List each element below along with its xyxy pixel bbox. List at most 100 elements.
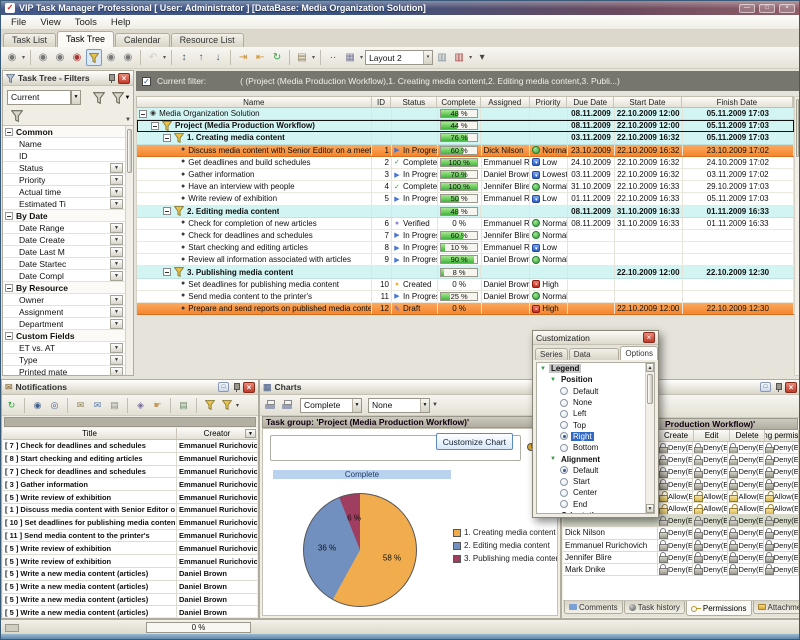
option-start[interactable]: Start — [537, 476, 654, 487]
refresh-icon[interactable]: ↻ — [269, 49, 285, 66]
assignments-dropdown-icon[interactable]: ▾ — [312, 54, 315, 61]
dropdown-icon[interactable]: ▼ — [110, 319, 123, 329]
permissions-restore-icon[interactable]: □ — [760, 382, 771, 392]
reports-dropdown-icon[interactable]: ▾ — [360, 54, 363, 61]
filter-field-date-create[interactable]: Date Create▼ — [3, 234, 125, 246]
radio-icon[interactable] — [560, 387, 568, 395]
radio-icon[interactable] — [560, 421, 568, 429]
filter-section-common[interactable]: Common — [3, 126, 125, 138]
filter-icon[interactable] — [202, 397, 217, 413]
radio-icon[interactable] — [560, 489, 568, 497]
dropdown-icon[interactable]: ▼ — [110, 199, 123, 209]
customization-titlebar[interactable]: Customization — [533, 331, 658, 345]
customization-tab-options[interactable]: Options — [620, 346, 658, 360]
dropdown-icon[interactable]: ▼ — [110, 163, 123, 173]
option-none[interactable]: None — [537, 397, 654, 408]
filter-field-id[interactable]: ID — [3, 150, 125, 162]
permission-cell[interactable]: Deny(E — [728, 466, 763, 477]
column-priority[interactable]: Priority — [530, 97, 568, 107]
filter-field-et-vs-at[interactable]: ET vs. AT▼ — [3, 342, 125, 354]
permission-cell[interactable]: Deny(E — [658, 479, 693, 490]
chart-group-combo[interactable]: None▼ — [368, 398, 430, 413]
permission-cell[interactable]: Deny(E — [658, 564, 693, 575]
customization-tab-data-groups[interactable]: Data Groups — [569, 348, 620, 360]
permission-cell[interactable]: Allow(E — [693, 491, 728, 502]
permission-cell[interactable]: Deny(E — [764, 552, 799, 563]
filter-panel-scrollbar[interactable] — [125, 126, 133, 375]
move-down-icon[interactable]: ↓ — [210, 49, 226, 66]
pin-icon[interactable] — [107, 74, 115, 83]
permissions-pin-icon[interactable] — [774, 383, 782, 392]
tab-task-history[interactable]: Task history — [624, 601, 685, 614]
task-table-scrollbar[interactable] — [794, 96, 800, 376]
filter-section-custom-fields[interactable]: Custom Fields — [3, 330, 125, 342]
filter-field-name[interactable]: Name — [3, 138, 125, 150]
permission-cell[interactable]: Deny(E — [693, 454, 728, 465]
current-filter-checkbox[interactable]: ✓ — [142, 77, 151, 86]
radio-icon[interactable] — [560, 399, 568, 407]
option-group-orientation[interactable]: ▼Orientation — [537, 510, 654, 514]
filter-field-date-last-m[interactable]: Date Last M▼ — [3, 246, 125, 258]
tab-attachments[interactable]: Attachments — [753, 601, 800, 614]
hide-icon[interactable]: ◎ — [47, 397, 62, 413]
permission-cell[interactable]: Deny(E — [728, 527, 763, 538]
refresh-icon[interactable]: ↻ — [4, 397, 19, 413]
filter-field-owner[interactable]: Owner▼ — [3, 294, 125, 306]
tab-resource-list[interactable]: Resource List — [171, 33, 244, 47]
print-preview-icon[interactable] — [279, 397, 294, 413]
task-row[interactable]: ●Review all information associated with … — [137, 254, 794, 266]
permission-cell[interactable]: Deny(E — [658, 454, 693, 465]
scroll-up-icon[interactable]: ▲ — [646, 363, 654, 372]
filter-field-date-startec[interactable]: Date Startec▼ — [3, 258, 125, 270]
outdent-task-icon[interactable]: ⇤ — [252, 49, 268, 66]
notifications-close-icon[interactable] — [243, 382, 255, 393]
undo-dropdown-icon[interactable]: ▾ — [163, 54, 166, 61]
column-creator[interactable]: Creator▼ — [177, 428, 257, 439]
permission-row[interactable]: Jennifer BlireDeny(EDeny(EDeny(EDeny(E — [563, 552, 799, 564]
dropdown-icon[interactable]: ▼ — [110, 355, 123, 365]
column-create[interactable]: Create — [659, 430, 695, 441]
notification-row[interactable]: [ 3 ] Gather informationEmmanuel Ruricho… — [3, 478, 257, 491]
notification-row[interactable]: [ 11 ] Send media content to the printer… — [3, 530, 257, 543]
column-finish-date[interactable]: Finish Date — [682, 97, 793, 107]
notification-row[interactable]: [ 5 ] Write a new media content (article… — [3, 606, 257, 617]
reports-icon[interactable]: ▦ — [342, 49, 358, 66]
filter-field-priority[interactable]: Priority▼ — [3, 174, 125, 186]
column-title[interactable]: Title — [3, 428, 177, 439]
permission-cell[interactable]: Deny(E — [658, 442, 693, 453]
filter-field-date-range[interactable]: Date Range▼ — [3, 222, 125, 234]
filter-field-estimated-ti[interactable]: Estimated Ti▼ — [3, 198, 125, 210]
customization-tab-series[interactable]: Series — [535, 348, 568, 360]
dropdown-icon[interactable]: ▼ — [110, 343, 123, 353]
column-assigned[interactable]: Assigned — [481, 97, 530, 107]
dropdown-icon[interactable]: ▼ — [110, 247, 123, 257]
permission-cell[interactable]: Deny(E — [693, 564, 728, 575]
notification-row[interactable]: [ 5 ] Write a new media content (article… — [3, 594, 257, 607]
filter-field-status[interactable]: Status▼ — [3, 162, 125, 174]
option-default[interactable]: Default — [537, 465, 654, 476]
permission-cell[interactable]: Deny(E — [658, 527, 693, 538]
page-icon[interactable]: ▤ — [107, 397, 122, 413]
notification-row[interactable]: [ 5 ] Write review of exhibitionEmmanuel… — [3, 542, 257, 555]
permission-cell[interactable]: Deny(E — [728, 454, 763, 465]
collapse-icon[interactable] — [5, 212, 13, 220]
delete-task-icon[interactable]: ◉ — [69, 49, 85, 66]
permission-cell[interactable]: Deny(E — [764, 540, 799, 551]
radio-icon[interactable] — [560, 500, 568, 508]
task-row[interactable]: ●Send media content to the printer's11▶I… — [137, 291, 794, 303]
column-name[interactable]: Name — [137, 97, 372, 107]
task-row[interactable]: ●Have an interview with people4✓Complete… — [137, 181, 794, 193]
permission-cell[interactable]: Deny(E — [693, 466, 728, 477]
permissions-close-icon[interactable] — [785, 382, 797, 393]
lock-task-icon[interactable]: ◉ — [120, 49, 136, 66]
clipboard-icon[interactable]: ▤ — [176, 397, 191, 413]
print-icon[interactable] — [262, 397, 277, 413]
option-left[interactable]: Left — [537, 408, 654, 419]
task-row[interactable]: ●Check for completion of new articles6●V… — [137, 218, 794, 230]
preview-icon[interactable]: ◈ — [133, 397, 148, 413]
filter-field-assignment[interactable]: Assignment▼ — [3, 306, 125, 318]
permission-cell[interactable]: Deny(E — [764, 442, 799, 453]
option-default[interactable]: Default — [537, 386, 654, 397]
permission-cell[interactable]: Allow(E — [728, 491, 763, 502]
title-bar[interactable]: ✓ VIP Task Manager Professional [ User: … — [1, 1, 799, 15]
